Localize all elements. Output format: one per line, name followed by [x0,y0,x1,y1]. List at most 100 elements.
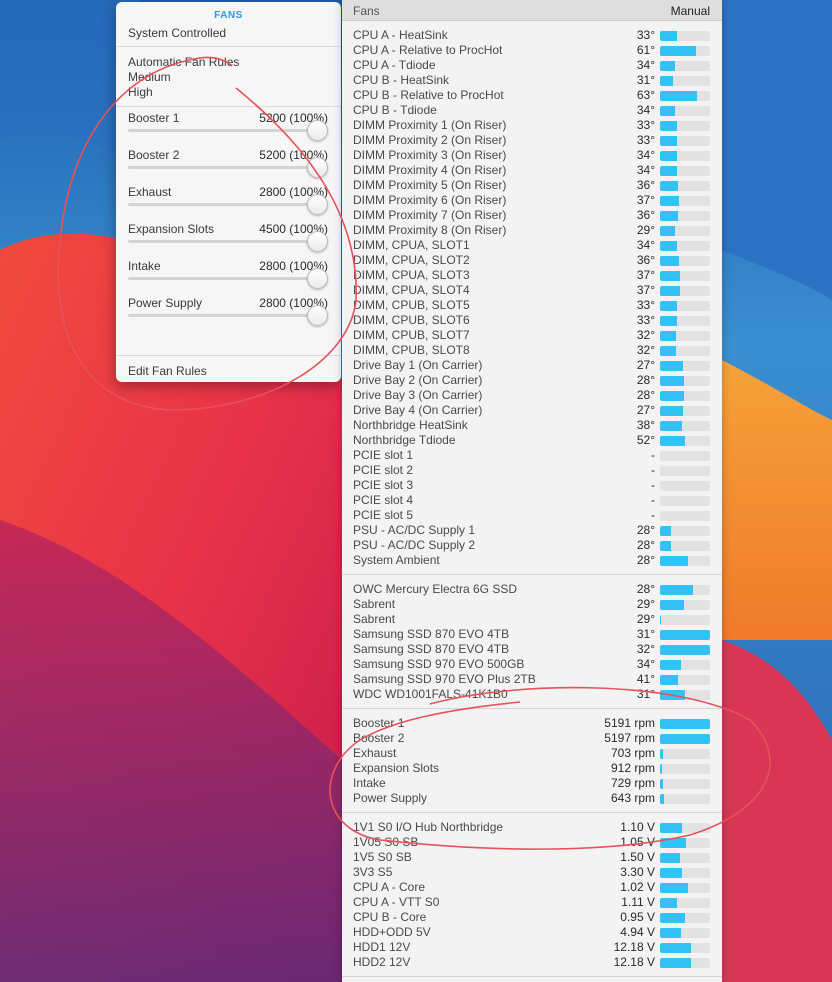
sensor-row: Drive Bay 2 (On Carrier) 28° [342,373,722,388]
fan-slider-row: Power Supply 2800 (100%) [116,292,341,329]
sensor-name: Sabrent [353,597,396,611]
fans-mode-label: Fans [353,4,380,18]
sensor-level-fill [660,316,677,326]
sensor-row: Samsung SSD 870 EVO 4TB 32° [342,642,722,657]
fans-menu: FANS System Controlled Automatic Fan Rul… [116,2,341,382]
sensor-name: DIMM Proximity 5 (On Riser) [353,178,507,192]
sensor-level-fill [660,241,677,251]
sensor-name: OWC Mercury Electra 6G SSD [353,582,518,596]
sensor-level-fill [660,436,685,446]
sensor-row: DIMM Proximity 7 (On Riser) 36° [342,208,722,223]
sensor-row: Intake 729 rpm [342,776,722,791]
sensor-name: Samsung SSD 870 EVO 4TB [353,642,510,656]
sensor-value: 29° [636,223,655,237]
sensor-name: CPU A - VTT S0 [353,895,440,909]
sensor-level-fill [660,958,691,968]
fan-speed-slider-knob[interactable] [307,120,328,141]
fan-speed-slider-knob[interactable] [307,157,328,178]
rule-high[interactable]: High [128,85,341,100]
sensor-row: HDD+ODD 5V 4.94 V [342,925,722,940]
sensor-level-fill [660,361,683,371]
sensor-level-bar [660,585,710,595]
sensor-value: 1.05 V [620,835,655,849]
sensor-level-fill [660,331,676,341]
sensor-value: 31° [636,627,655,641]
sensor-level-bar [660,868,710,878]
fans-mode-value[interactable]: Manual [671,4,710,18]
fan-speed-slider-knob[interactable] [307,231,328,252]
sensor-value: 12.18 V [613,955,655,969]
sensor-level-fill [660,675,678,685]
sensor-level-bar [660,436,710,446]
sensor-level-bar [660,928,710,938]
sensor-level-bar [660,675,710,685]
sensor-name: DIMM, CPUA, SLOT3 [353,268,470,282]
fan-speed-slider-knob[interactable] [307,268,328,289]
system-controlled-option[interactable]: System Controlled [116,21,341,46]
sensor-level-fill [660,526,671,536]
sensor-level-fill [660,838,686,848]
sensor-row: HDD2 12V 12.18 V [342,955,722,970]
sensor-section: Booster 1 5191 rpm Booster 2 5197 rpm Exhaus… [342,709,722,813]
sensor-name: 3V3 S5 [353,865,393,879]
fan-slider-row: Booster 1 5200 (100%) [116,107,341,144]
fan-speed-slider-track[interactable] [128,203,319,206]
sensor-value: 29° [636,597,655,611]
sensor-level-fill [660,690,685,700]
fan-name: Exhaust [128,185,172,199]
sensor-value: - [651,508,655,522]
sensor-value: - [651,448,655,462]
sensor-level-fill [660,301,677,311]
fan-speed-slider-track[interactable] [128,277,319,280]
sensor-value: 36° [636,253,655,267]
sensor-level-fill [660,660,681,670]
sensor-value: 5191 rpm [604,716,655,730]
fan-speed-slider-knob[interactable] [307,194,328,215]
sensor-row: Booster 2 5197 rpm [342,731,722,746]
sensor-level-fill [660,106,675,116]
sensor-level-bar [660,376,710,386]
fan-speed-slider-track[interactable] [128,240,319,243]
rule-automatic[interactable]: Automatic Fan Rules [128,55,341,70]
sensor-level-fill [660,46,696,56]
fan-speed-slider-track[interactable] [128,166,319,169]
sensor-level-bar [660,136,710,146]
sensor-level-fill [660,196,679,206]
fan-speed-slider-track[interactable] [128,129,319,132]
sensor-row: DIMM, CPUB, SLOT5 33° [342,298,722,313]
fans-mode-bar[interactable]: Fans Manual [342,0,722,21]
sensor-row: DIMM Proximity 8 (On Riser) 29° [342,223,722,238]
sensor-name: DIMM, CPUB, SLOT6 [353,313,470,327]
sensor-row: 3V3 S5 3.30 V [342,865,722,880]
fan-speed-slider-track[interactable] [128,314,319,317]
sensor-level-bar [660,898,710,908]
sensor-name: Sabrent [353,612,396,626]
sensor-value: 12.18 V [613,940,655,954]
sensor-level-fill [660,181,678,191]
sensor-level-bar [660,331,710,341]
sensor-row: DIMM, CPUA, SLOT3 37° [342,268,722,283]
rule-medium[interactable]: Medium [128,70,341,85]
sensor-name: DIMM, CPUA, SLOT4 [353,283,470,297]
fans-menu-header: FANS [214,10,243,21]
sensor-level-fill [660,61,675,71]
fan-sliders: Booster 1 5200 (100%) Booster 2 5200 (100%)… [116,107,341,329]
fan-speed-slider-knob[interactable] [307,305,328,326]
sensor-level-fill [660,883,688,893]
sensor-row: PCIE slot 4 - [342,493,722,508]
sensor-name: DIMM Proximity 3 (On Riser) [353,148,507,162]
edit-fan-rules-button[interactable]: Edit Fan Rules [128,364,207,378]
sensor-level-fill [660,853,680,863]
sensor-level-bar [660,181,710,191]
sensor-value: 28° [636,523,655,537]
sensor-row: Sabrent 29° [342,597,722,612]
sensor-value: 33° [636,298,655,312]
sensor-name: Expansion Slots [353,761,440,775]
sensor-level-bar [660,853,710,863]
sensor-value: 34° [636,103,655,117]
sensor-level-fill [660,346,676,356]
sensor-value: 27° [636,403,655,417]
sensor-value: 32° [636,642,655,656]
sensor-name: DIMM, CPUA, SLOT2 [353,253,470,267]
sensor-name: DIMM, CPUB, SLOT7 [353,328,470,342]
